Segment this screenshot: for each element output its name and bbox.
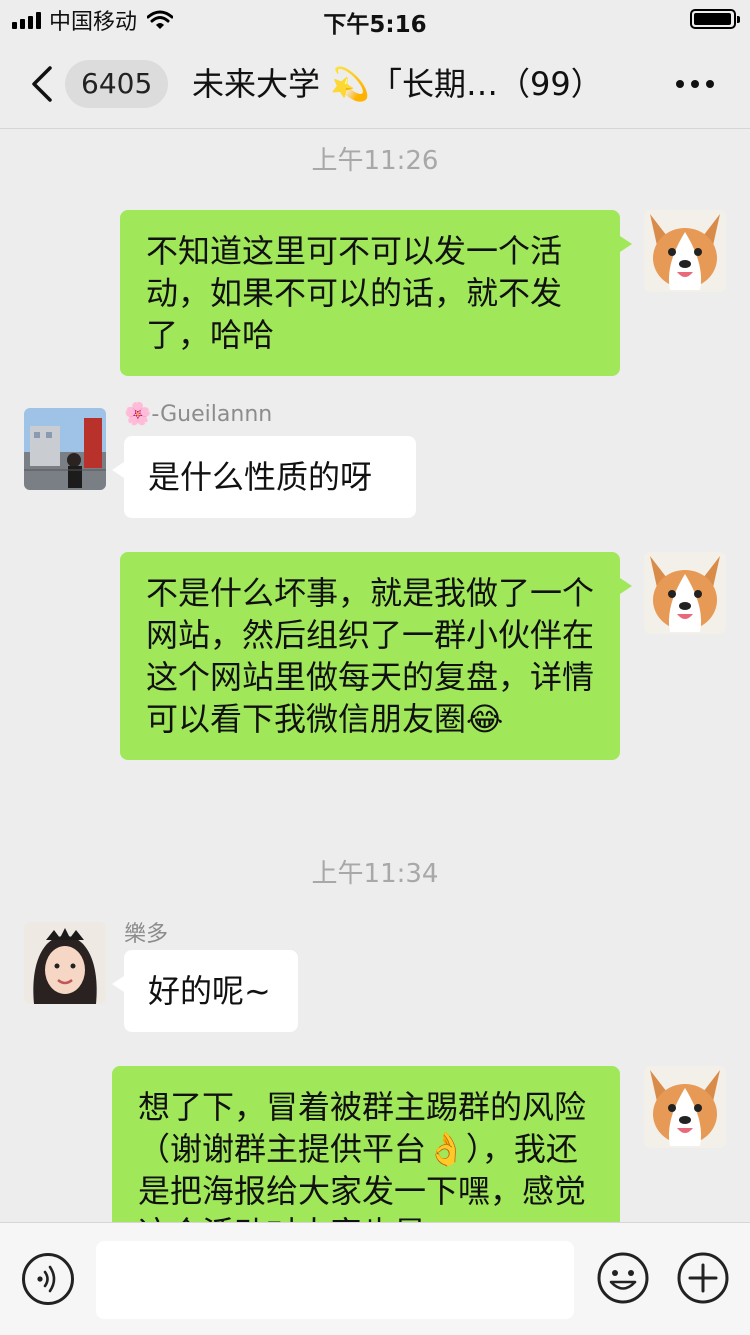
girl-avatar-image — [24, 922, 106, 1004]
self-avatar[interactable] — [644, 552, 726, 634]
sender-avatar[interactable] — [24, 408, 106, 490]
unread-count-badge[interactable]: 6405 — [65, 60, 169, 108]
outgoing-message-bubble[interactable]: 不是什么坏事，就是我做了一个网站，然后组织了一群小伙伴在这个网站里做每天的复盘，… — [120, 552, 632, 760]
battery-icon — [690, 9, 740, 29]
chat-header: 6405 未来大学 💫「长期…（99） — [0, 40, 750, 129]
incoming-message-bubble[interactable]: 是什么性质的呀 — [112, 436, 416, 518]
photo-avatar-image — [24, 408, 106, 490]
input-bar — [0, 1222, 750, 1335]
timestamp: 上午11:34 — [311, 859, 439, 889]
chat-title: 未来大学 💫「长期…（99） — [192, 65, 603, 103]
corgi-avatar-image — [644, 1066, 726, 1148]
outgoing-message-bubble[interactable]: 不知道这里可不可以发一个活动，如果不可以的话，就不发了，哈哈 — [120, 210, 632, 376]
more-options-icon[interactable] — [676, 80, 714, 88]
voice-input-icon[interactable] — [22, 1253, 74, 1305]
back-chevron-icon[interactable] — [28, 64, 56, 104]
sender-name: 🌸-Gueilannn — [124, 402, 273, 427]
sound-wave-icon — [37, 1265, 56, 1293]
self-avatar[interactable] — [644, 210, 726, 292]
timestamp: 上午11:26 — [311, 146, 439, 176]
corgi-avatar-image — [644, 552, 726, 634]
self-avatar[interactable] — [644, 1066, 726, 1148]
corgi-avatar-image — [644, 210, 726, 292]
emoji-icon[interactable] — [596, 1251, 650, 1305]
plus-icon[interactable] — [676, 1251, 730, 1305]
sender-name: 樂多 — [124, 922, 169, 947]
status-bar: 中国移动 下午5:16 — [0, 0, 750, 40]
message-input[interactable] — [96, 1241, 574, 1319]
incoming-message-bubble[interactable]: 好的呢~ — [112, 950, 298, 1032]
sender-avatar[interactable] — [24, 922, 106, 1004]
status-time: 下午5:16 — [323, 12, 427, 38]
